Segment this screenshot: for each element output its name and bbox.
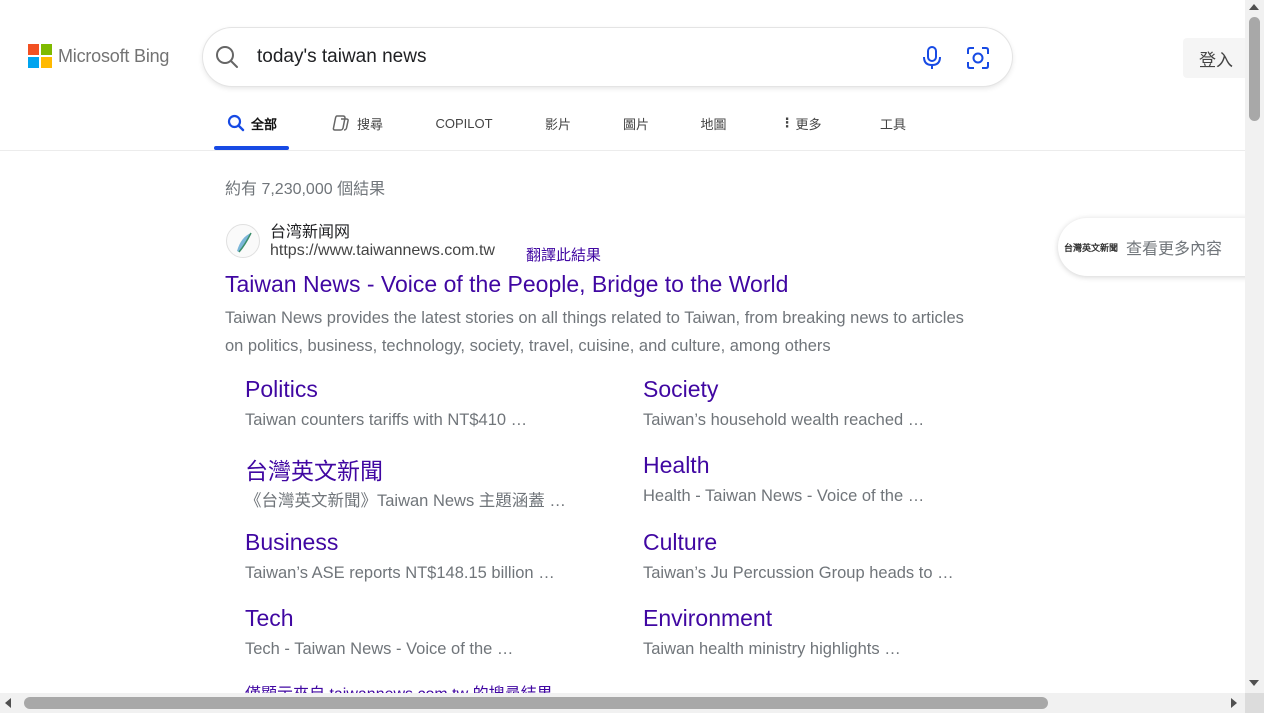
scroll-left-arrow-icon[interactable]: [5, 698, 11, 708]
site-name: 台湾新闻网: [270, 224, 351, 241]
tab-more[interactable]: ⋮ 更多: [766, 104, 836, 142]
signin-button[interactable]: 登入: [1183, 38, 1253, 78]
tab-all-label: 全部: [250, 116, 277, 132]
tab-copilot[interactable]: COPILOT: [423, 104, 505, 142]
deeplink-snippet: Health - Taiwan News - Voice of the …: [643, 487, 925, 505]
visual-search-icon: [967, 47, 989, 69]
copilot-icon: [332, 115, 349, 131]
tab-videos-label: 影片: [544, 116, 571, 132]
deeplink-health[interactable]: Health: [643, 452, 709, 479]
tab-videos[interactable]: 影片: [533, 104, 583, 142]
deeplink-politics[interactable]: Politics: [245, 376, 318, 403]
deeplink-business[interactable]: Business: [245, 529, 338, 556]
deeplink-taiwan-english-news[interactable]: 台灣英文新聞: [245, 452, 383, 486]
deeplink-society[interactable]: Society: [643, 376, 718, 403]
deeplink-snippet: 《台灣英文新聞》Taiwan News 主題涵蓋 …: [245, 492, 566, 510]
vertical-scroll-thumb[interactable]: [1249, 17, 1260, 121]
result-count: 約有 7,230,000 個結果: [225, 181, 386, 198]
tab-maps[interactable]: 地圖: [688, 104, 739, 142]
result-title-link[interactable]: Taiwan News - Voice of the People, Bridg…: [225, 271, 788, 298]
tab-search-label: 搜尋: [356, 116, 383, 132]
see-more-card[interactable]: 台灣英文新聞 查看更多內容: [1058, 218, 1258, 276]
scroll-down-arrow-icon[interactable]: [1249, 680, 1259, 686]
search-input[interactable]: [257, 32, 863, 82]
search-icon[interactable]: [214, 44, 240, 70]
bing-logo[interactable]: Microsoft Bing: [28, 44, 169, 68]
microsoft-logo-icon: [28, 44, 52, 68]
scroll-up-arrow-icon[interactable]: [1249, 4, 1259, 10]
deeplink-snippet: Taiwan’s household wealth reached …: [643, 411, 925, 429]
tab-tools-label: 工具: [879, 116, 906, 132]
tab-more-label: 更多: [795, 116, 822, 132]
visual-search-button[interactable]: [958, 38, 998, 78]
side-card-logo: 台灣英文新聞: [1064, 243, 1119, 254]
search-icon: [227, 114, 245, 132]
deeplink-snippet: Taiwan’s Ju Percussion Group heads to …: [643, 564, 954, 582]
tab-maps-label: 地圖: [700, 116, 727, 132]
horizontal-scroll-thumb[interactable]: [24, 697, 1048, 709]
voice-search-button[interactable]: [912, 38, 952, 78]
deeplink-tech[interactable]: Tech: [245, 605, 294, 632]
translate-result-link[interactable]: 翻譯此結果: [526, 244, 601, 265]
more-vertical-icon: ⋮: [780, 115, 794, 130]
site-favicon-icon: [226, 224, 260, 258]
deeplink-environment[interactable]: Environment: [643, 605, 772, 632]
logo-text: Microsoft Bing: [58, 45, 170, 66]
deeplink-snippet: Taiwan health ministry highlights …: [643, 640, 901, 658]
scroll-right-arrow-icon[interactable]: [1231, 698, 1237, 708]
deeplink-snippet: Taiwan’s ASE reports NT$148.15 billion …: [245, 564, 555, 582]
result-snippet: Taiwan News provides the latest stories …: [225, 309, 964, 355]
tab-tools[interactable]: 工具: [863, 104, 923, 142]
tab-search[interactable]: 搜尋: [318, 104, 396, 142]
tab-images-label: 圖片: [622, 116, 649, 132]
header-divider: [0, 150, 1245, 151]
deeplink-snippet: Tech - Taiwan News - Voice of the …: [245, 640, 514, 658]
tab-copilot-label: COPILOT: [435, 115, 493, 131]
site-url: https://www.taiwannews.com.tw: [270, 242, 495, 259]
tab-all[interactable]: 全部: [214, 104, 290, 142]
deeplink-snippet: Taiwan counters tariffs with NT$410 …: [245, 411, 528, 429]
see-more-label: 查看更多內容: [1126, 241, 1223, 258]
scrollbar-corner: [1245, 693, 1264, 713]
result-site-attribution[interactable]: 台湾新闻网 https://www.taiwannews.com.tw 翻譯此結…: [224, 216, 614, 268]
deeplink-culture[interactable]: Culture: [643, 529, 717, 556]
microphone-icon: [923, 46, 941, 69]
tab-images[interactable]: 圖片: [611, 104, 661, 142]
